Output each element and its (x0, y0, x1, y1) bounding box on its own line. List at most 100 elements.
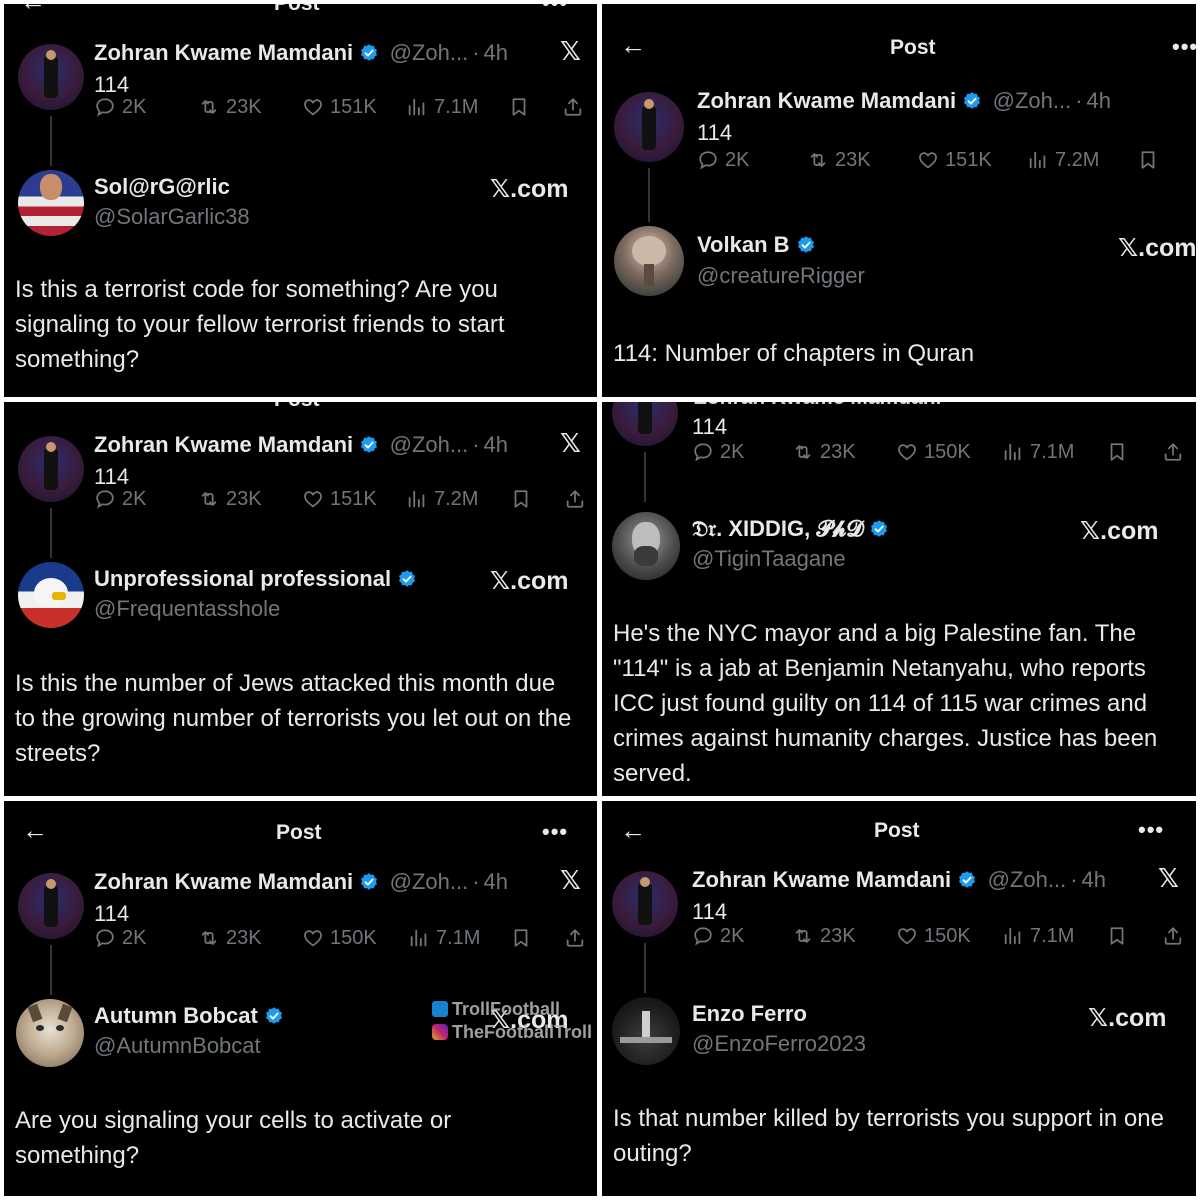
x-dot-com-label: 𝕏.com (1088, 1004, 1167, 1032)
screenshot-panel-6: ← Post ••• Zohran Kwame Mamdani @Zoh... ·… (602, 801, 1196, 1196)
reply-author-name[interactable]: Autumn Bobcat (94, 1003, 258, 1028)
author-name[interactable]: Zohran Kwame Mamdani (692, 867, 951, 892)
avatar[interactable] (612, 871, 678, 937)
like-button[interactable]: 151K (917, 149, 992, 172)
views-button[interactable]: 7.2M (406, 488, 478, 511)
share-button[interactable] (562, 96, 584, 118)
reply-author-handle[interactable]: @EnzoFerro2023 (692, 1031, 866, 1057)
post-text: 114 (94, 901, 130, 926)
repost-icon (198, 96, 220, 118)
bookmark-icon (1106, 441, 1128, 463)
bookmark-icon (508, 96, 530, 118)
bookmark-button[interactable] (508, 96, 530, 118)
share-button[interactable] (1162, 925, 1184, 947)
author-handle[interactable]: @Zoh... (390, 869, 469, 894)
repost-button[interactable]: 23K (198, 927, 262, 950)
reply-author-name[interactable]: Enzo Ferro (692, 1001, 807, 1026)
bookmark-button[interactable] (1137, 149, 1159, 171)
x-dot-com-label: 𝕏.com (490, 567, 569, 595)
author-handle[interactable]: @Zoh... (390, 40, 469, 65)
author-handle[interactable]: @Zoh... (993, 88, 1072, 113)
avatar[interactable] (18, 44, 84, 110)
views-button[interactable]: 7.1M (408, 927, 480, 950)
author-handle[interactable]: @Zoh... (390, 432, 469, 457)
back-arrow-icon[interactable]: ← (620, 30, 646, 61)
avatar[interactable] (614, 226, 684, 296)
more-options-icon[interactable]: ••• (1172, 34, 1196, 60)
bookmark-button[interactable] (510, 488, 532, 510)
reply-author-handle[interactable]: @creatureRigger (697, 263, 865, 289)
twitter-logo-icon (432, 1001, 448, 1017)
reply-author: Enzo Ferro (692, 1001, 807, 1027)
repost-button[interactable]: 23K (792, 441, 856, 464)
more-options-icon[interactable]: ••• (1138, 817, 1164, 843)
views-button[interactable]: 7.1M (1002, 925, 1074, 948)
avatar[interactable] (18, 873, 84, 939)
thread-line (644, 943, 646, 993)
more-options-icon[interactable]: ••• (542, 819, 568, 845)
reply-button[interactable]: 2K (94, 488, 146, 511)
avatar[interactable] (18, 562, 84, 628)
post-text: 114 (692, 414, 728, 439)
author-name[interactable]: Zohran Kwame Mamdani (697, 88, 956, 113)
reply-author-name[interactable]: 𝔇𝔯. XIDDIG, 𝓟𝓱𝓓 (692, 516, 863, 541)
verified-badge-icon (359, 872, 379, 892)
author-name[interactable]: Zohran Kwame Mamdani (94, 869, 353, 894)
reply-author-handle[interactable]: @SolarGarlic38 (94, 204, 250, 230)
share-icon (564, 927, 586, 949)
reply-author-name[interactable]: Unprofessional professional (94, 566, 391, 591)
avatar[interactable] (18, 170, 84, 236)
repost-button[interactable]: 23K (198, 96, 262, 119)
author-name[interactable]: Zohran Kwame Mamdani (94, 432, 353, 457)
views-button[interactable]: 7.1M (1002, 441, 1074, 464)
repost-button[interactable]: 23K (807, 149, 871, 172)
reply-button[interactable]: 2K (94, 927, 146, 950)
more-options-icon[interactable]: ••• (542, 4, 568, 16)
reply-author-handle[interactable]: @TiginTaagane (692, 546, 846, 572)
like-button[interactable]: 150K (896, 441, 971, 464)
repost-icon (792, 925, 814, 947)
repost-button[interactable]: 23K (792, 925, 856, 948)
avatar[interactable] (18, 436, 84, 502)
reply-author: Volkan B (697, 232, 816, 258)
back-arrow-icon[interactable]: ← (20, 4, 46, 17)
like-button[interactable]: 151K (302, 488, 377, 511)
avatar[interactable] (612, 512, 680, 580)
reply-button[interactable]: 2K (94, 96, 146, 119)
reply-author-name[interactable]: Sol@rG@rlic (94, 174, 230, 199)
back-arrow-icon[interactable]: ← (22, 815, 48, 846)
reply-author-handle[interactable]: @AutumnBobcat (94, 1033, 261, 1059)
author-name[interactable]: Zohran Kwame Mamdani (94, 40, 353, 65)
avatar[interactable] (614, 92, 684, 162)
views-icon (1002, 925, 1024, 947)
heart-icon (302, 488, 324, 510)
repost-button[interactable]: 23K (198, 488, 262, 511)
share-button[interactable] (564, 488, 586, 510)
reply-text: Is that number killed by terrorists you … (613, 1105, 1164, 1167)
reply-text: 114: Number of chapters in Quran (613, 340, 975, 367)
reply-button[interactable]: 2K (697, 149, 749, 172)
bookmark-icon (510, 927, 532, 949)
author-handle[interactable]: @Zoh... (988, 867, 1067, 892)
views-button[interactable]: 7.2M (1027, 149, 1099, 172)
like-button[interactable]: 150K (896, 925, 971, 948)
reply-author-handle[interactable]: @Frequentasshole (94, 596, 280, 622)
bookmark-button[interactable] (510, 927, 532, 949)
share-button[interactable] (564, 927, 586, 949)
reply-button[interactable]: 2K (692, 925, 744, 948)
bookmark-icon (1106, 925, 1128, 947)
reply-button[interactable]: 2K (692, 441, 744, 464)
avatar[interactable] (16, 999, 84, 1067)
x-dot-com-label: 𝕏.com (490, 175, 569, 203)
bookmark-button[interactable] (1106, 925, 1128, 947)
share-icon (1162, 925, 1184, 947)
views-button[interactable]: 7.1M (406, 96, 478, 119)
like-button[interactable]: 151K (302, 96, 377, 119)
avatar[interactable] (612, 997, 680, 1065)
back-arrow-icon[interactable]: ← (620, 815, 646, 846)
reply-author-name[interactable]: Volkan B (697, 232, 790, 257)
bookmark-button[interactable] (1106, 441, 1128, 463)
share-button[interactable] (1162, 441, 1184, 463)
avatar[interactable] (612, 402, 678, 446)
like-button[interactable]: 150K (302, 927, 377, 950)
